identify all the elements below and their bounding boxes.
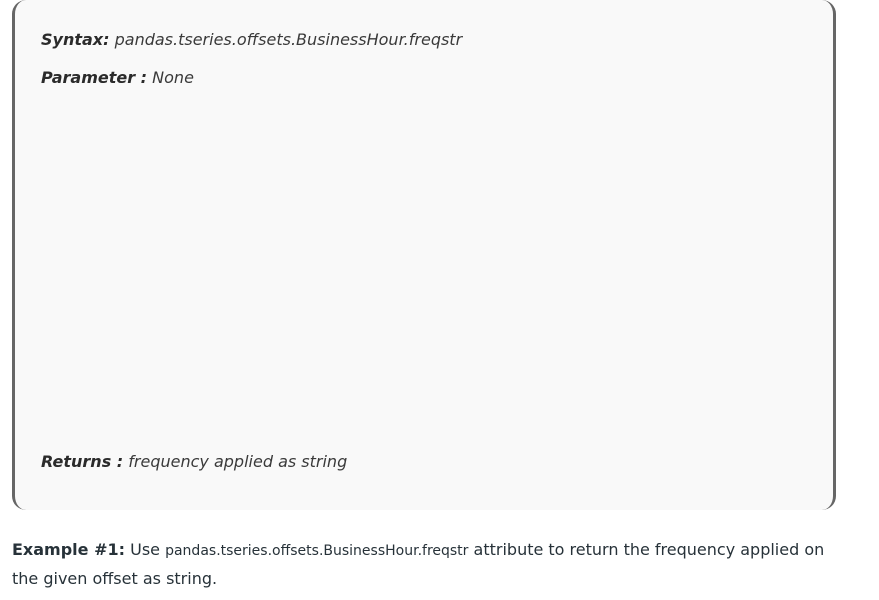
returns-label: Returns : — [41, 452, 124, 471]
parameter-value: None — [152, 68, 194, 87]
returns-line: Returns : frequency applied as string — [41, 452, 347, 471]
syntax-line: Syntax: pandas.tseries.offsets.BusinessH… — [41, 30, 462, 49]
parameter-label: Parameter : — [41, 68, 148, 87]
example-code: pandas.tseries.offsets.BusinessHour.freq… — [165, 543, 469, 559]
example-paragraph: Example #1: Use pandas.tseries.offsets.B… — [12, 536, 832, 593]
example-label: Example #1: — [12, 540, 126, 559]
syntax-label: Syntax: — [41, 30, 110, 49]
returns-value: frequency applied as string — [128, 452, 348, 471]
syntax-box: Syntax: pandas.tseries.offsets.BusinessH… — [12, 0, 836, 510]
parameter-line: Parameter : None — [41, 68, 194, 87]
example-text-before: Use — [130, 540, 160, 559]
syntax-value: pandas.tseries.offsets.BusinessHour.freq… — [114, 30, 463, 49]
